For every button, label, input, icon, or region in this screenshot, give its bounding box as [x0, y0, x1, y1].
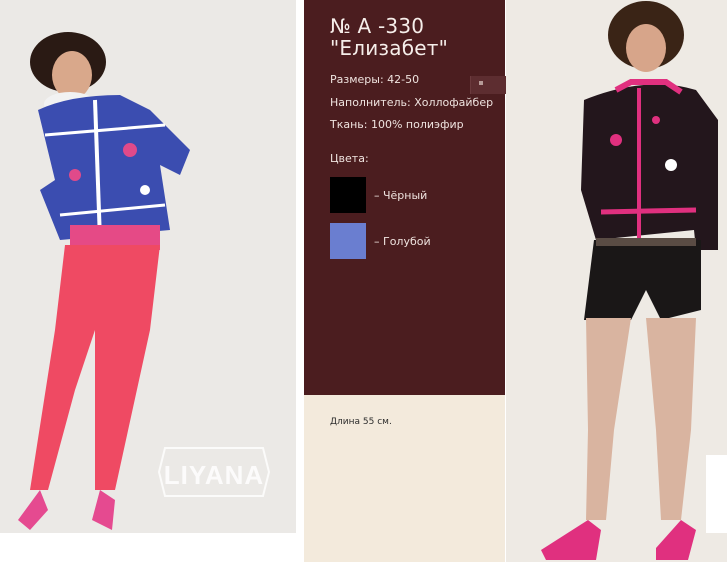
color-label-black: – Чёрный: [374, 189, 428, 202]
color-label-blue: – Голубой: [374, 235, 431, 248]
product-filler: Наполнитель: Холлофайбер: [330, 96, 494, 109]
product-length: Длина 55 см.: [330, 417, 392, 427]
product-number: № А -330: [330, 14, 425, 38]
product-info-card: № А -330 "Елизабет" Размеры: 42-50 Напол…: [304, 0, 505, 395]
color-swatch-blue[interactable]: [330, 223, 366, 259]
product-name: "Елизабет": [330, 36, 448, 60]
product-details-panel: Длина 55 см.: [304, 395, 505, 562]
model-illustration-black-jacket: [541, 1, 718, 560]
product-sizes: Размеры: 42-50: [330, 73, 420, 86]
product-fabric: Ткань: 100% полиэфир: [330, 118, 464, 131]
side-tab-handle[interactable]: [470, 76, 506, 94]
colors-label: Цвета:: [330, 152, 369, 165]
color-swatch-black[interactable]: [330, 177, 366, 213]
model-photo-right: [506, 0, 727, 562]
tab-dot-icon: [479, 81, 483, 85]
model-photo-left: LIYANA: [0, 0, 296, 533]
brand-logo-text: LIYANA: [163, 460, 265, 490]
edge-strip: [706, 455, 727, 533]
brand-logo: LIYANA: [155, 438, 273, 506]
